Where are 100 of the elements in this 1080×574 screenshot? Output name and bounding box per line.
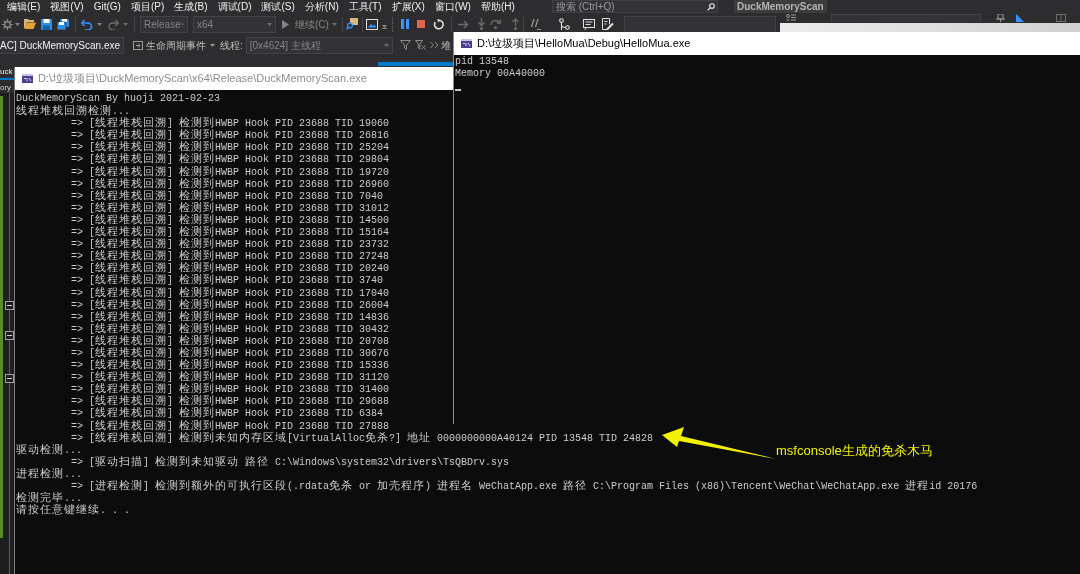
list-icon[interactable]: [785, 14, 796, 22]
caret-icon[interactable]: [381, 25, 387, 29]
stop-icon[interactable]: [416, 20, 425, 28]
menu-item[interactable]: 视图(V): [50, 0, 84, 13]
menu-item[interactable]: 项目(P): [130, 0, 165, 13]
console-line: => [线程堆栈回溯] 检测到HWBP Hook PID 23688 TID 14836: [71, 310, 390, 323]
console-line: => [线程堆栈回溯] 检测到HWBP Hook PID 23688 TID 27248: [71, 250, 390, 263]
caret-icon: [267, 22, 272, 26]
menu-item[interactable]: 测试(S): [261, 0, 295, 13]
dropdown-field[interactable]: [830, 14, 981, 22]
pause-icon[interactable]: [400, 19, 409, 29]
note-icon[interactable]: [582, 18, 595, 30]
console-line: 检测完毕...: [16, 492, 82, 505]
lifecycle-icon: [133, 40, 143, 50]
layout-icon[interactable]: [1055, 14, 1066, 22]
save-all-icon[interactable]: [57, 18, 69, 30]
console-line: => [线程堆栈回溯] 检测到HWBP Hook PID 23688 TID 7040: [71, 189, 384, 202]
console-line: => [线程堆栈回溯] 检测到HWBP Hook PID 23688 TID 29688: [71, 395, 390, 408]
annotation-text: msfconsole生成的免杀木马: [776, 443, 933, 459]
restart-icon[interactable]: [432, 18, 444, 30]
collapse-icon[interactable]: [5, 331, 14, 340]
solution-name: DuckMemoryScan: [734, 0, 827, 13]
console-line: => [进程检测] 检测到额外的可执行区段(.rdata免杀 or 加壳程序) 进程名 WeChatApp.exe 路径 C:\Program Files (x86)\Tencent\WeChat\WeChatApp.exe 进程id 20176: [71, 480, 978, 493]
filter-icon[interactable]: [399, 40, 411, 50]
console-icon: [461, 39, 472, 48]
console-icon: [22, 74, 33, 83]
window-title: D:\垃圾项目\HelloMua\Debug\HelloMua.exe: [477, 36, 691, 52]
collapse-icon[interactable]: [5, 374, 14, 383]
console-line: => [线程堆栈回溯] 检测到未知内存区域[VirtualAlloc免杀?] 地址 0000000000A40124 PID 13548 TID 24828: [71, 431, 654, 444]
save-icon[interactable]: [41, 18, 52, 30]
dropdown-field[interactable]: [623, 15, 776, 33]
console-line: => [线程堆栈回溯] 检测到HWBP Hook PID 23688 TID 3740: [71, 274, 384, 287]
caret-icon[interactable]: [331, 22, 337, 26]
console-line: => [线程堆栈回溯] 检测到HWBP Hook PID 23688 TID 20240: [71, 262, 390, 275]
console-line: 请按任意键继续. . .: [16, 504, 130, 517]
menu-item[interactable]: 帮助(H): [480, 0, 515, 13]
menu-item[interactable]: 工具(T): [348, 0, 382, 13]
menu-item[interactable]: Git(G): [93, 0, 121, 13]
console-line: => [线程堆栈回溯] 检测到HWBP Hook PID 23688 TID 26960: [71, 177, 390, 190]
redo-icon[interactable]: [108, 18, 119, 30]
image-frame-icon[interactable]: [365, 18, 378, 30]
console-line: => [线程堆栈回溯] 检测到HWBP Hook PID 23688 TID 14500: [71, 213, 390, 226]
stack-frame-label: 堆: [440, 38, 451, 53]
search-field[interactable]: 搜索 (Ctrl+Q): [552, 0, 718, 13]
console-line: => [线程堆栈回溯] 检测到HWBP Hook PID 23688 TID 17040: [71, 286, 390, 299]
lifecycle-events-button[interactable]: 生命周期事件: [133, 36, 206, 54]
thread-label: 线程:: [220, 38, 243, 53]
console-line: => [线程堆栈回溯] 检测到HWBP Hook PID 23688 TID 30432: [71, 322, 390, 335]
console-line: => [线程堆栈回溯] 检测到HWBP Hook PID 23688 TID 6384: [71, 407, 384, 420]
console-line: => [线程堆栈回溯] 检测到HWBP Hook PID 23688 TID 30676: [71, 346, 390, 359]
console-line: => [驱动扫描] 检测到未知驱动 路径 C:\Windows\system32\drivers\TsQBDrv.sys: [71, 455, 510, 468]
console-line: => [线程堆栈回溯] 检测到HWBP Hook PID 23688 TID 23732: [71, 238, 390, 251]
caret-icon[interactable]: [123, 22, 128, 26]
menu-item[interactable]: 分析(N): [304, 0, 339, 13]
edit-icon[interactable]: [601, 18, 614, 30]
console-line: => [线程堆栈回溯] 检测到HWBP Hook PID 23688 TID 26004: [71, 298, 390, 311]
console-line: => [线程堆栈回溯] 检测到HWBP Hook PID 23688 TID 31120: [71, 371, 390, 384]
console-line: DuckMemoryScan By huoji 2021-02-23: [16, 93, 221, 105]
slash-icon[interactable]: [530, 18, 541, 30]
console-line: pid 13548: [455, 56, 509, 69]
console-line: 进程检测...: [16, 467, 82, 480]
process-dropdown[interactable]: AC] DuckMemoryScan.exe: [0, 36, 124, 54]
caret-icon[interactable]: [97, 22, 102, 26]
play-icon: [282, 19, 289, 29]
console-line: => [线程堆栈回溯] 检测到HWBP Hook PID 23688 TID 19720: [71, 165, 390, 178]
console-line: => [线程堆栈回溯] 检测到HWBP Hook PID 23688 TID 25204: [71, 141, 390, 154]
menu-item[interactable]: 编辑(E): [7, 0, 41, 13]
console-line: => [线程堆栈回溯] 检测到HWBP Hook PID 23688 TID 31012: [71, 201, 390, 214]
magnifier-icon[interactable]: [345, 18, 358, 30]
menu-item[interactable]: 生成(B): [174, 0, 208, 13]
menu-item[interactable]: 调试(D): [217, 0, 252, 13]
undo-icon[interactable]: [81, 18, 93, 30]
console-line: => [线程堆栈回溯] 检测到HWBP Hook PID 23688 TID 27888: [71, 419, 390, 432]
console-line: => [线程堆栈回溯] 检测到HWBP Hook PID 23688 TID 31400: [71, 383, 390, 396]
step-into-icon[interactable]: [476, 18, 486, 30]
caret-icon[interactable]: [15, 22, 20, 26]
console-line: 线程堆栈回溯检测...: [16, 105, 130, 118]
branch-icon[interactable]: [558, 18, 570, 30]
console-line: 驱动检测...: [16, 443, 82, 456]
menu-item[interactable]: 扩展(X): [391, 0, 425, 13]
arrow-right-icon[interactable]: [457, 19, 469, 29]
step-over-icon[interactable]: [489, 19, 501, 29]
folder-open-icon[interactable]: [24, 19, 36, 29]
console-line: => [线程堆栈回溯] 检测到HWBP Hook PID 23688 TID 20708: [71, 334, 390, 347]
search-icon: [707, 2, 715, 11]
window-title: D:\垃圾项目\DuckMemoryScan\x64\Release\DuckMemoryScan.exe: [38, 71, 367, 87]
console-line: => [线程堆栈回溯] 检测到HWBP Hook PID 23688 TID 19060: [71, 117, 390, 130]
filter-clear-icon[interactable]: [414, 40, 426, 50]
caret-icon: [383, 43, 389, 47]
menu-item[interactable]: 窗口(W): [434, 0, 471, 13]
caret-icon[interactable]: [210, 43, 215, 47]
console-line: => [线程堆栈回溯] 检测到HWBP Hook PID 23688 TID 29804: [71, 153, 390, 166]
gear-icon[interactable]: [2, 18, 13, 30]
console-line: => [线程堆栈回溯] 检测到HWBP Hook PID 23688 TID 15336: [71, 359, 390, 372]
pin-icon[interactable]: [995, 14, 1005, 22]
console-line: => [线程堆栈回溯] 检测到HWBP Hook PID 23688 TID 26816: [71, 129, 390, 142]
step-out-icon[interactable]: [510, 18, 520, 30]
expand-icon[interactable]: [429, 41, 440, 49]
collapse-icon[interactable]: [5, 301, 14, 310]
console-line: Memory 00A40000: [455, 68, 545, 81]
